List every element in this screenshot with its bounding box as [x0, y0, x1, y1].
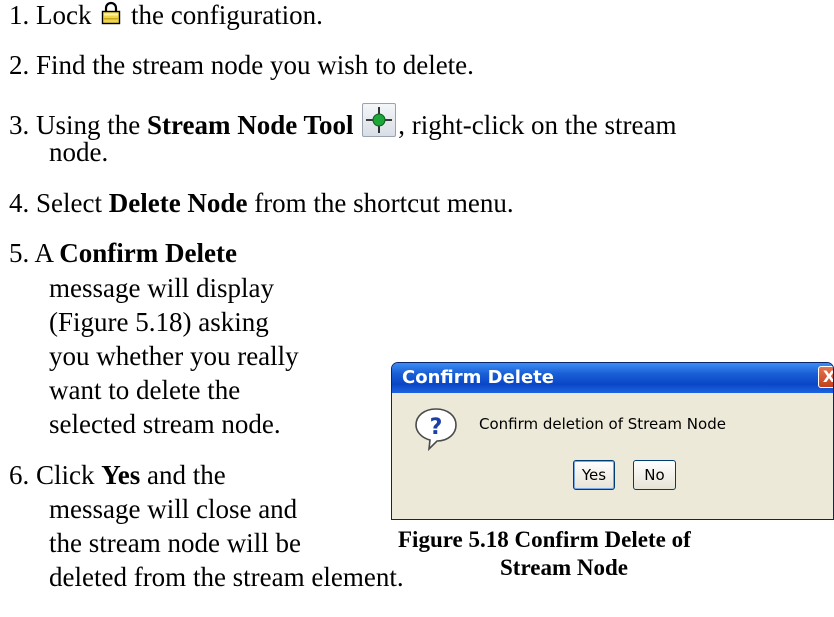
step-number: 4.	[9, 188, 30, 218]
step-6-line: message will close and	[49, 494, 298, 524]
yes-button[interactable]: Yes	[573, 460, 615, 490]
step-5-line: want to delete the	[49, 375, 241, 405]
step-text: , right-click on the stream	[398, 110, 677, 140]
caption-line-1: Figure 5.18 Confirm Delete of	[398, 527, 691, 552]
step-5-line: you whether you really	[49, 341, 299, 371]
step-text: Click	[36, 460, 102, 490]
dialog-titlebar[interactable]: Confirm Delete X	[392, 363, 833, 393]
step-5-line: selected stream node.	[49, 409, 281, 439]
tool-name: Stream Node Tool	[147, 110, 354, 140]
step-3-continuation: node.	[49, 137, 108, 167]
step-text: Using the	[36, 110, 147, 140]
step-5: 5. A Confirm Delete	[9, 238, 237, 268]
menu-item-name: Delete Node	[108, 188, 248, 218]
step-2: 2. Find the stream node you wish to dele…	[9, 50, 474, 80]
dialog-body: ? Confirm deletion of Stream Node Yes No	[392, 393, 833, 519]
step-1: 1. Lock the configuration.	[9, 0, 323, 31]
close-icon: X	[822, 367, 834, 386]
step-5-line: (Figure 5.18) asking	[49, 307, 269, 337]
crosshair-icon	[362, 103, 397, 137]
step-6-line: the stream node will be	[49, 528, 301, 558]
caption-line-2: Stream Node	[500, 555, 628, 580]
button-name: Yes	[101, 460, 141, 490]
step-5-line: message will display	[49, 273, 274, 303]
step-4: 4. Select Delete Node from the shortcut …	[9, 188, 514, 218]
step-text: and the	[140, 460, 226, 490]
step-number: 3.	[9, 110, 30, 140]
close-button[interactable]: X	[818, 366, 834, 388]
dialog-name: Confirm Delete	[59, 238, 237, 268]
step-text: node.	[49, 137, 109, 167]
dialog-message: Confirm deletion of Stream Node	[479, 415, 726, 433]
no-button[interactable]: No	[633, 460, 676, 490]
step-text: the configuration.	[130, 0, 323, 30]
lock-icon	[101, 1, 121, 31]
step-number: 1.	[9, 0, 30, 30]
step-6: 6. Click Yes and the	[9, 460, 226, 490]
step-number: 2.	[9, 50, 30, 80]
step-text: from the shortcut menu.	[247, 188, 514, 218]
step-3: 3. Using the Stream Node Tool , right-cl…	[9, 103, 676, 140]
step-text: Lock	[36, 0, 92, 30]
step-number: 5.	[9, 238, 30, 268]
svg-text:?: ?	[430, 415, 443, 440]
step-text: Find the stream node you wish to delete.	[36, 50, 474, 80]
dialog-title: Confirm Delete	[402, 367, 554, 388]
question-icon: ?	[412, 405, 460, 458]
figure-caption: Figure 5.18 Confirm Delete of Stream Nod…	[398, 526, 834, 582]
step-6-line: deleted from the stream element.	[49, 562, 404, 592]
step-text: A	[34, 238, 60, 268]
step-text: Select	[36, 188, 109, 218]
step-number: 6.	[9, 460, 30, 490]
confirm-delete-dialog: Confirm Delete X ? Confirm deletion of S…	[391, 362, 834, 520]
